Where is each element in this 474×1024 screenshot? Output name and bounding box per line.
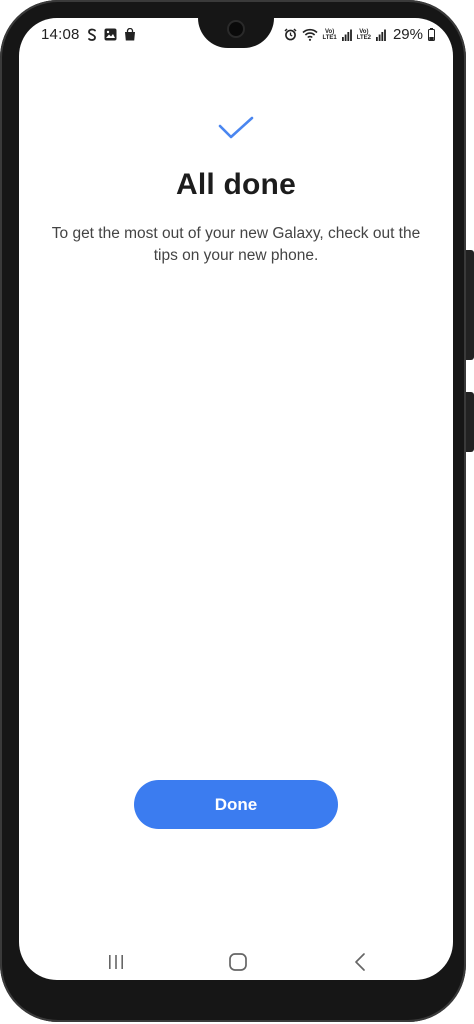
volume-button — [466, 250, 474, 360]
battery-percent: 29% — [392, 26, 423, 43]
sim1-label: Vo) LTE1 — [323, 29, 337, 41]
sim1-lte: LTE1 — [322, 34, 337, 41]
phone-screen: 14:08 Vo) LTE1 Vo) LTE2 29% All done To … — [19, 18, 453, 980]
sim2-label: Vo) LTE2 — [357, 29, 371, 41]
status-time: 14:08 — [41, 26, 80, 43]
done-button[interactable]: Done — [134, 780, 338, 829]
signal-icon-2 — [375, 29, 386, 41]
signal-icon — [341, 29, 352, 41]
navigation-bar — [19, 944, 453, 980]
status-bar-left: 14:08 — [41, 26, 136, 43]
page-subtitle: To get the most out of your new Galaxy, … — [51, 225, 421, 264]
shopping-bag-icon — [124, 28, 136, 41]
status-bar-right: Vo) LTE1 Vo) LTE2 29% — [283, 26, 435, 43]
front-camera — [229, 22, 243, 36]
back-icon[interactable] — [345, 952, 375, 972]
sim2-lte: LTE2 — [356, 34, 371, 41]
gallery-icon — [104, 28, 117, 41]
recent-apps-icon[interactable] — [101, 952, 131, 972]
home-icon[interactable] — [223, 952, 253, 972]
wifi-icon — [301, 28, 318, 41]
device-frame-stage: 14:08 Vo) LTE1 Vo) LTE2 29% All done To … — [0, 0, 474, 1024]
power-button — [466, 392, 474, 452]
battery-icon — [428, 28, 435, 41]
samsung-s-icon — [87, 28, 97, 42]
alarm-icon — [283, 28, 297, 41]
page-title: All done — [176, 168, 296, 201]
checkmark-icon — [216, 114, 256, 147]
